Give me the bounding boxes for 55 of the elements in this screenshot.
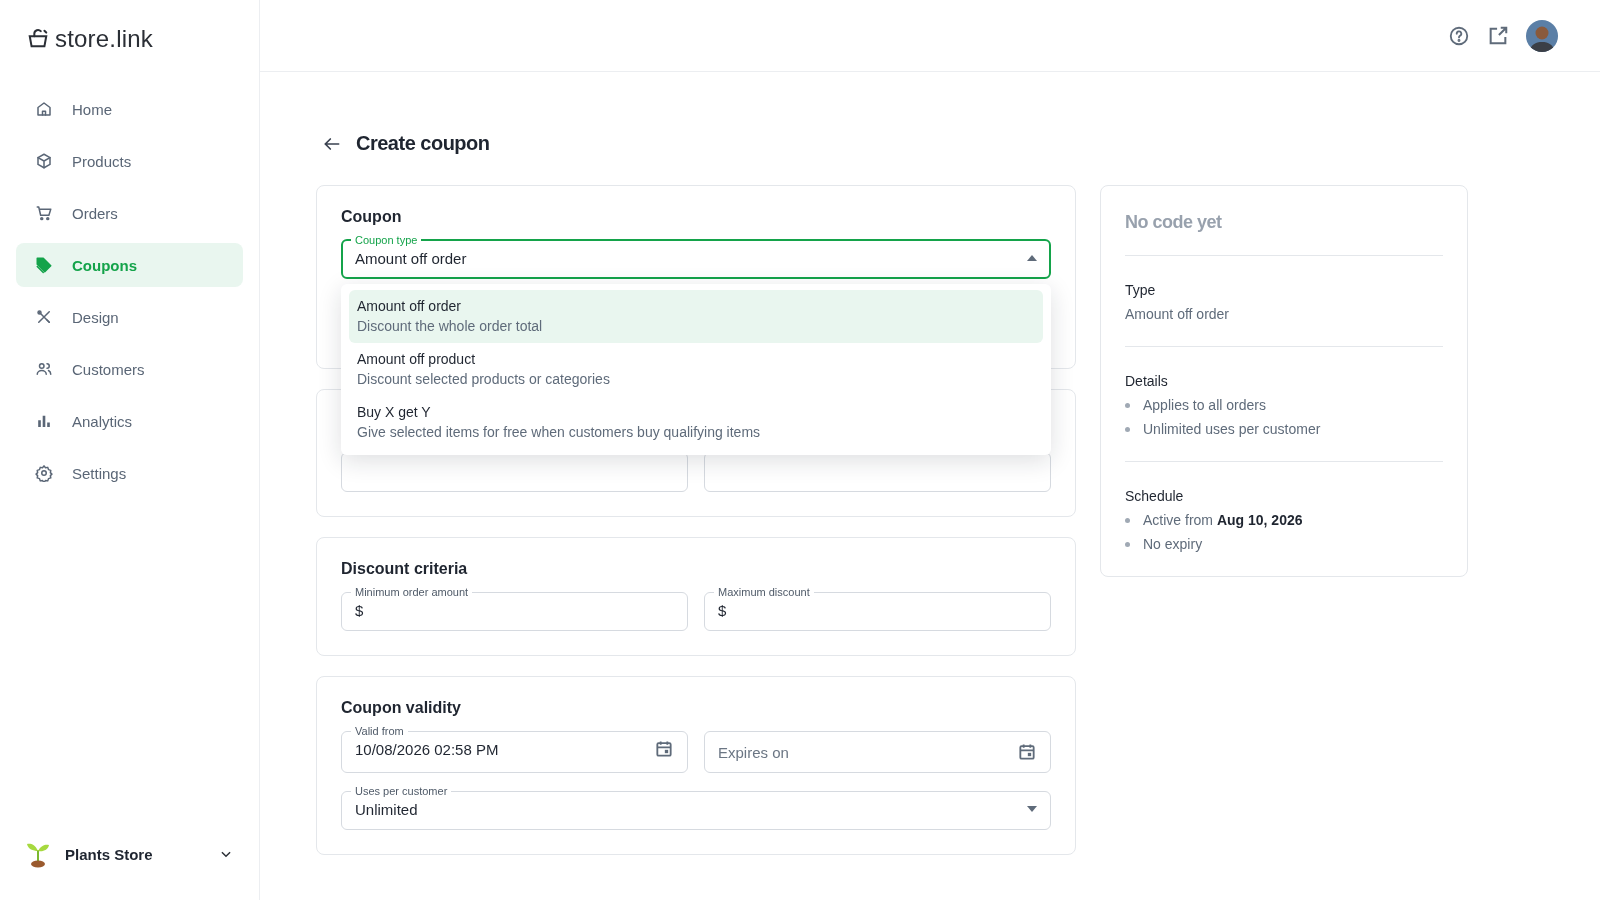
bullet-text: Active from Aug 10, 2026 <box>1143 512 1303 528</box>
bullet-icon <box>1125 426 1130 432</box>
uses-per-customer-select[interactable]: Uses per customer Unlimited <box>341 785 1051 830</box>
date-field[interactable]: Expires on <box>704 731 1051 773</box>
section-heading: Type <box>1125 282 1157 298</box>
sidebar-item[interactable]: Settings <box>16 451 243 495</box>
tag-icon <box>35 256 53 274</box>
cart-icon <box>35 204 53 222</box>
dropdown-option[interactable]: Amount off order Discount the whole order total <box>349 290 1043 343</box>
field-label: Minimum order amount <box>354 586 470 598</box>
bullet-text: Unlimited uses per customer <box>1143 421 1321 437</box>
bullet-text: Applies to all orders <box>1143 397 1266 413</box>
coupon-code: No code yet <box>1125 212 1443 256</box>
field-label: Uses per customer <box>354 785 449 797</box>
bullet-icon <box>1125 517 1130 523</box>
field-label: Coupon type <box>354 234 419 246</box>
store-switcher[interactable]: Plants Store <box>16 840 243 868</box>
caret-up-icon <box>1027 255 1037 261</box>
section-heading: Schedule <box>1125 488 1185 504</box>
bullet-text: No expiry <box>1143 536 1203 552</box>
field-label: Valid from <box>354 725 405 737</box>
page-title: Create coupon <box>356 132 490 155</box>
settings-icon <box>35 464 53 482</box>
coupon-type-select[interactable]: Coupon type Amount off order <box>341 234 1051 279</box>
card-title: Discount criteria <box>341 560 469 578</box>
input-field[interactable]: Minimum order amount $ <box>341 586 688 631</box>
card-title: Coupon validity <box>341 699 462 717</box>
card-title: Coupon <box>341 208 403 226</box>
bullet-icon <box>1125 402 1130 408</box>
field-label: Maximum discount <box>717 586 811 598</box>
input-field[interactable]: Maximum discount $ <box>704 586 1051 631</box>
caret-down-icon <box>1027 806 1037 812</box>
help-icon[interactable] <box>1448 24 1470 47</box>
sidebar-item[interactable]: Customers <box>16 347 243 391</box>
basket-icon <box>27 28 49 50</box>
dropdown-option[interactable]: Amount off product Discount selected products or categories <box>349 343 1043 396</box>
calendar-icon[interactable] <box>1017 742 1037 762</box>
calendar-icon[interactable] <box>654 739 674 759</box>
people-icon <box>35 360 53 378</box>
section-text: Amount off order <box>1125 306 1231 322</box>
section-heading: Details <box>1125 373 1169 389</box>
dropdown-option[interactable]: Buy X get Y Give selected items for free when customers buy qualifying items <box>349 396 1043 449</box>
pencil-ruler-icon <box>35 308 53 326</box>
sidebar-item[interactable]: Products <box>16 139 243 183</box>
brand-name: store.link <box>55 25 154 53</box>
external-link-icon[interactable] <box>1487 24 1509 47</box>
box-icon <box>35 152 53 170</box>
sidebar-item[interactable]: Orders <box>16 191 243 235</box>
sidebar-item[interactable]: Home <box>16 87 243 131</box>
avatar[interactable] <box>1526 19 1558 52</box>
sidebar-item[interactable]: Design <box>16 295 243 339</box>
home-icon <box>35 100 53 118</box>
sidebar-item[interactable]: Analytics <box>16 399 243 443</box>
bullet-icon <box>1125 541 1130 547</box>
date-field[interactable]: Valid from 10/08/2026 02:58 PM <box>341 725 688 773</box>
